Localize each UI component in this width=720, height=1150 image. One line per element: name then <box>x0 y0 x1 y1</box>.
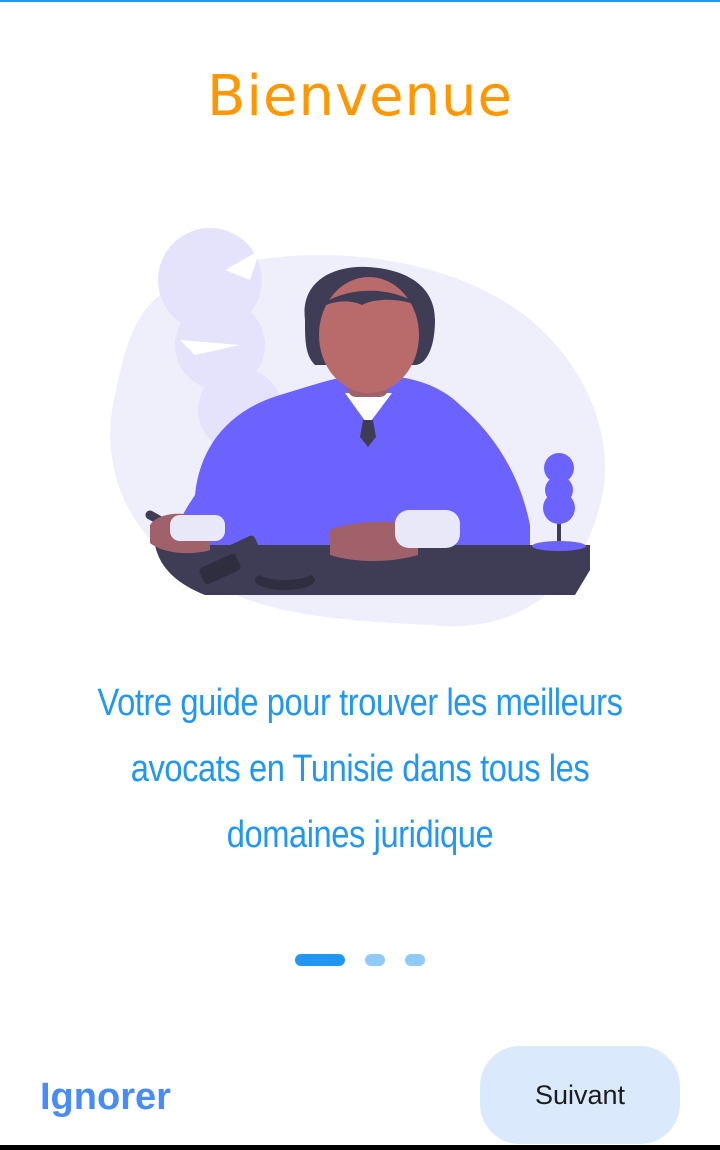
bottom-edge <box>0 1145 720 1150</box>
skip-button[interactable]: Ignorer <box>40 1070 171 1124</box>
next-button[interactable]: Suivant <box>480 1046 680 1144</box>
page-title: Bienvenue <box>207 64 513 129</box>
page-indicator <box>0 954 720 966</box>
top-accent-line <box>0 0 720 2</box>
page-indicator-dot <box>405 954 425 966</box>
onboarding-tagline: Votre guide pour trouver les meilleurs a… <box>97 682 623 856</box>
lawyer-at-desk-illustration <box>100 225 620 635</box>
page-indicator-dot <box>365 954 385 966</box>
page-indicator-dot-active <box>295 954 345 966</box>
